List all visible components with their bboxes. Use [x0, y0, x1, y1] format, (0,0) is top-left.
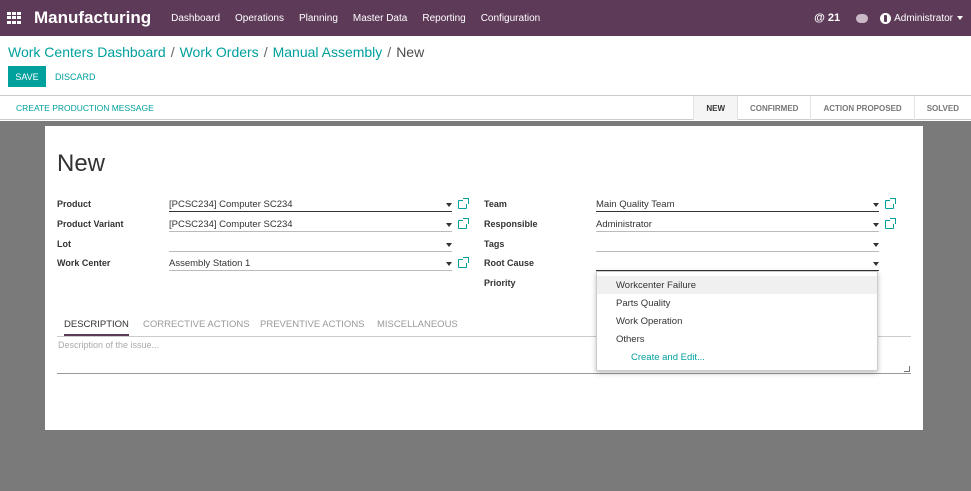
breadcrumb-separator: /	[170, 44, 175, 60]
main-menu: Dashboard Operations Planning Master Dat…	[171, 13, 555, 24]
lot-field[interactable]	[169, 239, 452, 252]
stage-solved[interactable]: SOLVED	[913, 96, 971, 120]
dropdown-option-work-operation[interactable]: Work Operation	[597, 312, 877, 330]
breadcrumb-current: New	[396, 44, 425, 60]
menu-item-dashboard[interactable]: Dashboard	[171, 13, 220, 24]
product-variant-field[interactable]: [PCSC234] Computer SC234	[169, 219, 452, 232]
user-menu[interactable]: Administrator	[880, 12, 963, 24]
breadcrumb-separator: /	[387, 44, 392, 60]
external-link-icon[interactable]	[885, 198, 896, 209]
root-cause-label: Root Cause	[484, 258, 535, 268]
dropdown-caret-icon[interactable]	[446, 203, 452, 207]
apps-menu-icon[interactable]	[7, 12, 21, 24]
tab-description[interactable]: DESCRIPTION	[64, 319, 129, 336]
product-variant-label: Product Variant	[57, 219, 124, 229]
top-navbar: Manufacturing Dashboard Operations Plann…	[0, 0, 971, 36]
stage-new[interactable]: NEW	[693, 96, 737, 120]
statusbar: CREATE PRODUCTION MESSAGE NEW CONFIRMED …	[0, 95, 971, 120]
dropdown-option-others[interactable]: Others	[597, 330, 877, 348]
tags-field[interactable]	[596, 239, 879, 252]
product-variant-value: [PCSC234] Computer SC234	[169, 219, 293, 230]
team-field[interactable]: Main Quality Team	[596, 199, 879, 212]
user-name: Administrator	[894, 12, 953, 24]
breadcrumb-separator: /	[263, 44, 268, 60]
breadcrumb-manual-assembly[interactable]: Manual Assembly	[273, 44, 383, 60]
external-link-icon[interactable]	[885, 218, 896, 229]
dropdown-caret-icon[interactable]	[873, 203, 879, 207]
user-avatar-icon	[880, 12, 892, 24]
dropdown-caret-icon[interactable]	[446, 223, 452, 227]
save-button[interactable]: SAVE	[8, 66, 46, 87]
menu-item-reporting[interactable]: Reporting	[422, 13, 465, 24]
lot-label: Lot	[57, 239, 71, 249]
record-title: New	[57, 150, 106, 177]
dropdown-caret-icon[interactable]	[873, 223, 879, 227]
menu-item-planning[interactable]: Planning	[299, 13, 338, 24]
tab-preventive-actions[interactable]: PREVENTIVE ACTIONS	[260, 319, 365, 330]
menu-item-operations[interactable]: Operations	[235, 13, 284, 24]
product-value: [PCSC234] Computer SC234	[169, 199, 293, 210]
caret-down-icon	[957, 16, 963, 20]
discard-button[interactable]: DISCARD	[55, 66, 96, 87]
tab-corrective-actions[interactable]: CORRECTIVE ACTIONS	[143, 319, 250, 330]
external-link-icon[interactable]	[458, 218, 469, 229]
menu-item-master-data[interactable]: Master Data	[353, 13, 407, 24]
mentions-counter[interactable]: @ 21	[814, 12, 840, 24]
stage-pipeline: NEW CONFIRMED ACTION PROPOSED SOLVED	[693, 96, 971, 120]
external-link-icon[interactable]	[458, 257, 469, 268]
stage-action-proposed[interactable]: ACTION PROPOSED	[810, 96, 913, 120]
breadcrumb-work-orders[interactable]: Work Orders	[180, 44, 259, 60]
breadcrumb-work-centers-dashboard[interactable]: Work Centers Dashboard	[8, 44, 166, 60]
work-center-value: Assembly Station 1	[169, 258, 251, 269]
navbar-systray: @ 21 Administrator	[814, 0, 971, 36]
responsible-value: Administrator	[596, 219, 652, 230]
breadcrumb: Work Centers Dashboard / Work Orders / Manua…	[8, 44, 424, 60]
product-label: Product	[57, 199, 92, 209]
product-field[interactable]: [PCSC234] Computer SC234	[169, 199, 452, 212]
responsible-field[interactable]: Administrator	[596, 219, 879, 232]
work-center-field[interactable]: Assembly Station 1	[169, 258, 452, 271]
root-cause-field[interactable]	[596, 258, 879, 271]
resize-handle-icon[interactable]	[904, 366, 910, 372]
dropdown-caret-icon[interactable]	[873, 262, 879, 266]
responsible-label: Responsible	[484, 219, 538, 229]
create-and-edit-option[interactable]: Create and Edit...	[597, 348, 877, 366]
team-value: Main Quality Team	[596, 199, 675, 210]
dropdown-caret-icon[interactable]	[873, 243, 879, 247]
dropdown-option-parts-quality[interactable]: Parts Quality	[597, 294, 877, 312]
team-label: Team	[484, 199, 507, 209]
menu-item-configuration[interactable]: Configuration	[481, 13, 540, 24]
chat-icon[interactable]	[856, 13, 869, 23]
work-center-label: Work Center	[57, 258, 111, 268]
tags-label: Tags	[484, 239, 505, 249]
description-placeholder: Description of the issue...	[58, 340, 160, 350]
priority-label: Priority	[484, 278, 516, 288]
root-cause-dropdown: Workcenter Failure Parts Quality Work Op…	[596, 271, 878, 371]
dropdown-option-workcenter-failure[interactable]: Workcenter Failure	[597, 276, 877, 294]
app-title[interactable]: Manufacturing	[34, 8, 151, 28]
create-production-message-button[interactable]: CREATE PRODUCTION MESSAGE	[16, 96, 154, 120]
tab-miscellaneous[interactable]: MISCELLANEOUS	[377, 319, 458, 330]
dropdown-caret-icon[interactable]	[446, 262, 452, 266]
stage-confirmed[interactable]: CONFIRMED	[737, 96, 810, 120]
dropdown-caret-icon[interactable]	[446, 243, 452, 247]
external-link-icon[interactable]	[458, 198, 469, 209]
